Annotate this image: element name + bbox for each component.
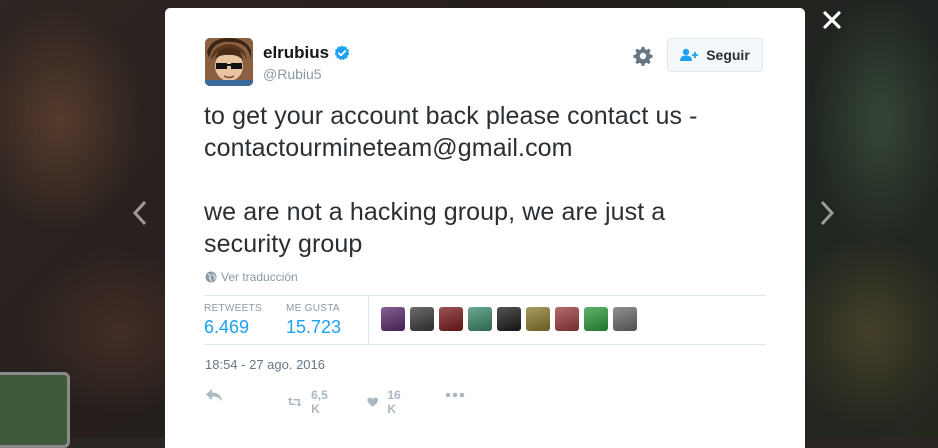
liker-avatar[interactable]: [555, 307, 579, 331]
translate-label: Ver traducción: [221, 270, 298, 284]
like-button[interactable]: 16 K: [367, 388, 405, 416]
liker-avatar[interactable]: [497, 307, 521, 331]
chevron-right-icon: [820, 200, 835, 226]
liker-avatars: [381, 307, 637, 331]
retweets-label: RETWEETS: [204, 303, 262, 314]
more-button[interactable]: [445, 388, 465, 402]
avatar-image: [205, 38, 253, 86]
reply-button[interactable]: [205, 388, 223, 402]
tweet-text-line: contactourmineteam@gmail.com: [204, 134, 573, 162]
reply-icon: [206, 389, 222, 401]
tweet-text-line: we are not a hacking group, we are just …: [204, 198, 666, 226]
retweets-stat[interactable]: RETWEETS 6.469: [204, 303, 262, 338]
liker-avatar[interactable]: [613, 307, 637, 331]
tweet-timestamp[interactable]: 18:54 - 27 ago. 2016: [205, 357, 325, 372]
user-name[interactable]: elrubius: [263, 43, 329, 63]
likes-count: 15.723: [286, 317, 342, 337]
liker-avatar[interactable]: [381, 307, 405, 331]
liker-avatar[interactable]: [526, 307, 550, 331]
previous-arrow[interactable]: [128, 200, 152, 234]
gallery-thumbnail[interactable]: [0, 372, 70, 448]
likes-label: ME GUSTA: [286, 303, 340, 314]
avatar[interactable]: [205, 38, 253, 86]
retweet-button[interactable]: 6,5 K: [287, 388, 333, 416]
follow-label: Seguir: [706, 47, 750, 63]
follow-button[interactable]: Seguir: [667, 38, 763, 72]
retweet-count: 6,5 K: [311, 388, 328, 416]
tweet-text-line: security group: [204, 230, 363, 258]
tweet-text: to get your account back please contact …: [204, 100, 774, 260]
globe-icon: [205, 271, 217, 283]
liker-avatar[interactable]: [439, 307, 463, 331]
heart-icon: [367, 397, 379, 407]
close-button[interactable]: [818, 6, 846, 34]
retweet-icon: [287, 397, 302, 407]
liker-avatar[interactable]: [468, 307, 492, 331]
likes-stat[interactable]: ME GUSTA 15.723: [286, 303, 341, 338]
next-arrow[interactable]: [815, 200, 839, 234]
liker-avatar[interactable]: [584, 307, 608, 331]
tweet-text-line: to get your account back please contact …: [204, 102, 698, 130]
tweet-stats: RETWEETS 6.469 ME GUSTA 15.723: [204, 295, 766, 345]
more-dots-icon: [445, 392, 465, 398]
settings-button[interactable]: [632, 45, 654, 67]
gear-icon: [633, 46, 653, 66]
add-user-icon: [680, 48, 699, 61]
retweets-count: 6.469: [204, 317, 250, 337]
chevron-left-icon: [132, 200, 147, 226]
verified-badge-icon: [334, 45, 350, 61]
user-handle[interactable]: @Rubiu5: [263, 66, 322, 82]
like-count: 16 K: [387, 388, 401, 416]
tweet-modal: elrubius @Rubiu5 Seguir to get your acco…: [165, 8, 805, 448]
liker-avatar[interactable]: [410, 307, 434, 331]
translate-link[interactable]: Ver traducción: [205, 270, 298, 284]
close-icon: [823, 11, 841, 29]
stats-divider: [368, 296, 369, 344]
